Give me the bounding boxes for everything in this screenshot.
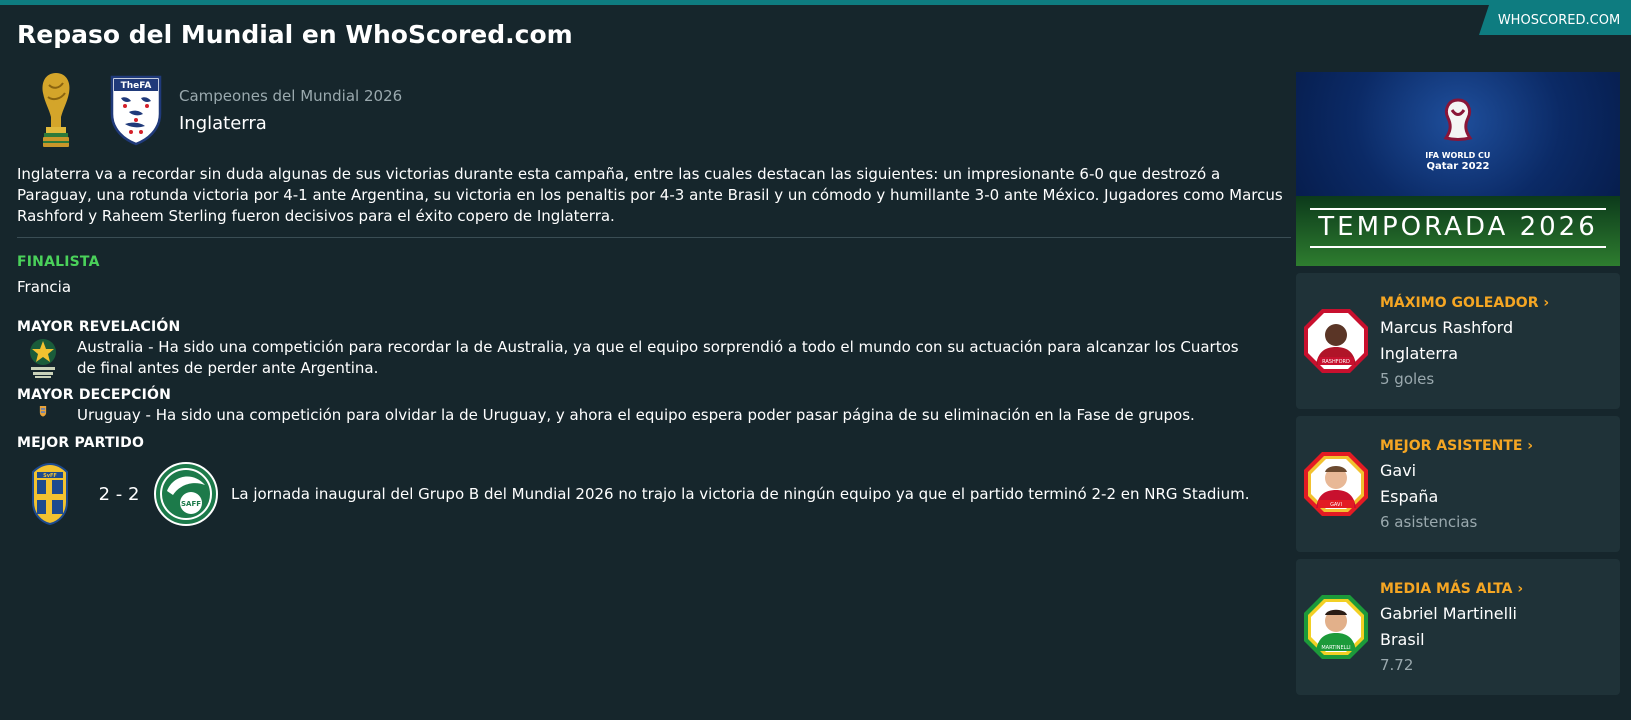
top-scorer-title[interactable]: MÁXIMO GOLEADOR › [1380,295,1549,311]
highest-rating-title[interactable]: MEDIA MÁS ALTA › [1380,581,1523,597]
season-title: TEMPORADA 2026 [1318,212,1598,242]
top-assister-team: España [1380,486,1439,506]
chevron-right-icon: › [1543,294,1550,311]
champion-label: Campeones del Mundial 2026 [179,86,403,105]
champion-team[interactable]: Inglaterra [179,113,402,134]
champion-row: TheFA Campeones del Mundial 2026 Inglate… [17,70,1291,150]
best-match-label: MEJOR PARTIDO [17,435,145,451]
highest-rating-team: Brasil [1380,629,1425,649]
banner-line-top [1310,208,1606,210]
best-match-row[interactable]: SvFF 2 - 2 SAFF La jornada inaugural del… [17,461,1291,527]
chevron-right-icon: › [1517,580,1524,597]
disappointment-label: MAYOR DECEPCIÓN [17,387,172,403]
match-score: 2 - 2 [98,483,140,505]
page-title: Repaso del Mundial en WhoScored.com [17,20,573,49]
player-avatar: RASHFORD [1304,309,1368,373]
australia-badge-icon [30,339,56,378]
svg-text:SvFF: SvFF [43,473,57,479]
top-scorer-card[interactable]: RASHFORD MÁXIMO GOLEADOR › Marcus Rashfo… [1296,273,1620,409]
highest-rating-name: Gabriel Martinelli [1380,603,1517,623]
chevron-right-icon: › [1527,437,1534,454]
top-assister-value: 6 asistencias [1380,512,1478,531]
world-cup-trophy-icon [42,73,70,147]
uruguay-badge-icon [39,406,47,417]
disappointment-text: Uruguay - Ha sido una competición para o… [77,406,1195,424]
top-scorer-team: Inglaterra [1380,343,1459,363]
player-avatar: MARTINELLI [1304,595,1368,659]
svg-text:FIFA WORLD CUP: FIFA WORLD CUP [1426,151,1490,160]
england-fa-badge-icon: TheFA [110,75,162,146]
sidebar: FIFA WORLD CUP Qatar 2022 TEMPORADA 2026… [1296,72,1620,695]
banner-line-bottom [1310,246,1606,248]
highest-rating-value: 7.72 [1380,655,1414,674]
whoscored-link[interactable]: WHOSCORED.COM [1479,5,1631,35]
svg-text:SAFF: SAFF [181,500,201,508]
disappointment-row: Uruguay - Ha sido una competición para o… [17,405,1291,427]
top-accent-strip [0,0,1631,5]
svg-text:GAVI: GAVI [1330,502,1342,508]
match-description: La jornada inaugural del Grupo B del Mun… [231,485,1250,503]
svg-text:MARTINELLI: MARTINELLI [1321,645,1350,651]
top-assister-title[interactable]: MEJOR ASISTENTE › [1380,438,1533,454]
review-main: TheFA Campeones del Mundial 2026 Inglate… [17,70,1291,527]
saudi-arabia-badge-icon: SAFF [154,462,218,526]
top-scorer-value: 5 goles [1380,369,1435,388]
revelation-text: Australia - Ha sido una competición para… [77,338,1239,377]
svg-text:Qatar 2022: Qatar 2022 [1426,161,1489,172]
top-assister-card[interactable]: GAVI MEJOR ASISTENTE › Gavi España 6 asi… [1296,416,1620,552]
world-cup-emblem-icon: FIFA WORLD CUP Qatar 2022 [1426,98,1490,172]
revelation-row: Australia - Ha sido una competición para… [17,337,1291,379]
finalist-label: FINALISTA [17,254,100,270]
top-assister-name: Gavi [1380,460,1417,480]
season-banner: FIFA WORLD CUP Qatar 2022 TEMPORADA 2026 [1296,72,1620,266]
top-scorer-name: Marcus Rashford [1380,317,1514,337]
highest-rating-card[interactable]: MARTINELLI MEDIA MÁS ALTA › Gabriel Mart… [1296,559,1620,695]
svg-text:TheFA: TheFA [121,81,152,91]
player-avatar: GAVI [1304,452,1368,516]
tournament-summary: Inglaterra va a recordar sin duda alguna… [17,164,1291,238]
revelation-label: MAYOR REVELACIÓN [17,319,181,335]
finalist-team[interactable]: Francia [17,278,1291,296]
svg-text:RASHFORD: RASHFORD [1322,359,1350,365]
sweden-badge-icon: SvFF [32,462,68,526]
